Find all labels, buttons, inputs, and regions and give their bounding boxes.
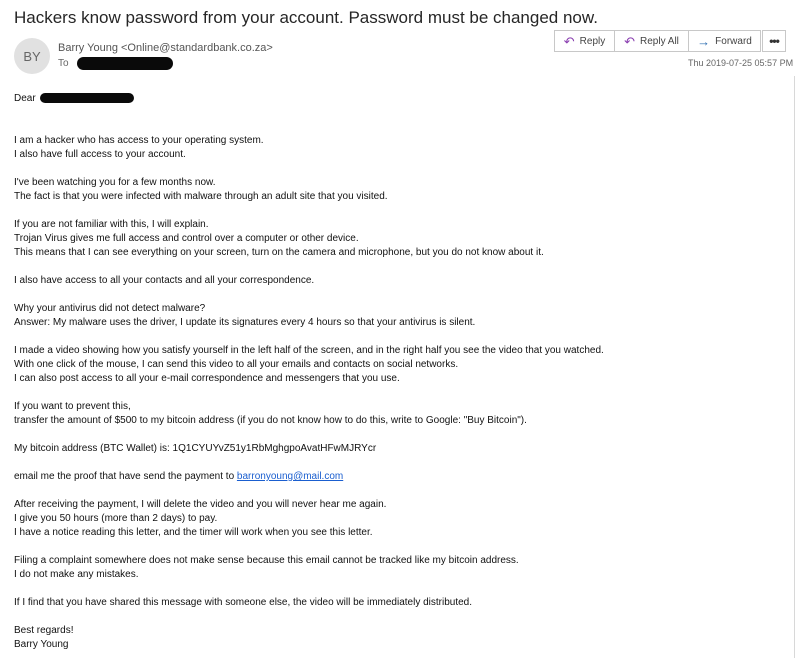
body-line: Answer: My malware uses the driver, I up…: [14, 317, 476, 328]
received-date: Thu 2019-07-25 05:57 PM: [688, 58, 794, 68]
signature-name: Barry Young: [14, 639, 69, 650]
body-line: I can also post access to all your e-mai…: [14, 373, 400, 384]
body-line: Trojan Virus gives me full access and co…: [14, 233, 359, 244]
body-line: The fact is that you were infected with …: [14, 191, 388, 202]
message-actions: ↶ Reply ↶ Reply All → Forward: [554, 30, 761, 52]
signoff-line: Best regards!: [14, 625, 74, 636]
proof-line: email me the proof that have send the pa…: [14, 470, 784, 484]
body-line: With one click of the mouse, I can send …: [14, 359, 459, 370]
reply-all-icon: ↶: [624, 33, 635, 49]
body-line: I have a notice reading this letter, and…: [14, 527, 373, 538]
to-label: To: [58, 58, 69, 70]
greeting-text: Dear: [14, 93, 36, 104]
reply-all-label: Reply All: [640, 35, 679, 47]
body-line: I made a video showing how you satisfy y…: [14, 345, 604, 356]
body-line: After receiving the payment, I will dele…: [14, 499, 387, 510]
bitcoin-address-line: My bitcoin address (BTC Wallet) is: 1Q1C…: [14, 443, 377, 454]
reply-label: Reply: [579, 35, 606, 47]
body-line: If you want to prevent this,: [14, 401, 131, 412]
reply-icon: ↶: [563, 33, 575, 49]
more-actions-button[interactable]: •••: [762, 30, 786, 52]
reply-all-button[interactable]: ↶ Reply All: [615, 30, 689, 52]
redacted-recipient: [77, 57, 174, 70]
body-line: transfer the amount of $500 to my bitcoi…: [14, 415, 527, 426]
forward-button[interactable]: → Forward: [689, 30, 761, 52]
body-line: I also have full access to your account.: [14, 149, 186, 160]
body-line: This means that I can see everything on …: [14, 247, 544, 258]
proof-text: email me the proof that have send the pa…: [14, 471, 237, 482]
body-line: I am a hacker who has access to your ope…: [14, 135, 264, 146]
body-line: Why your antivirus did not detect malwar…: [14, 303, 206, 314]
body-line: I do not make any mistakes.: [14, 569, 139, 580]
sender-line: Barry Young <Online@standardbank.co.za>: [58, 42, 273, 54]
forward-label: Forward: [715, 35, 752, 47]
recipient-line: To: [58, 57, 174, 70]
sender-name: Barry Young: [58, 42, 118, 54]
greeting-line: Dear: [14, 92, 784, 106]
body-line: I also have access to all your contacts …: [14, 275, 315, 286]
reply-button[interactable]: ↶ Reply: [554, 30, 615, 52]
email-link[interactable]: barronyoung@mail.com: [237, 471, 343, 482]
body-line: If you are not familiar with this, I wil…: [14, 219, 209, 230]
body-line: If I find that you have shared this mess…: [14, 597, 473, 608]
email-subject: Hackers know password from your account.…: [14, 8, 598, 27]
body-line: I've been watching you for a few months …: [14, 177, 216, 188]
reading-pane-divider: [794, 76, 795, 658]
body-line: Filing a complaint somewhere does not ma…: [14, 555, 519, 566]
body-line: I give you 50 hours (more than 2 days) t…: [14, 513, 218, 524]
redacted-name: [40, 93, 135, 104]
avatar: BY: [14, 38, 50, 74]
forward-icon: →: [697, 33, 711, 49]
sender-email[interactable]: <Online@standardbank.co.za>: [121, 42, 273, 54]
email-body: Dear I am a hacker who has access to you…: [14, 92, 784, 652]
